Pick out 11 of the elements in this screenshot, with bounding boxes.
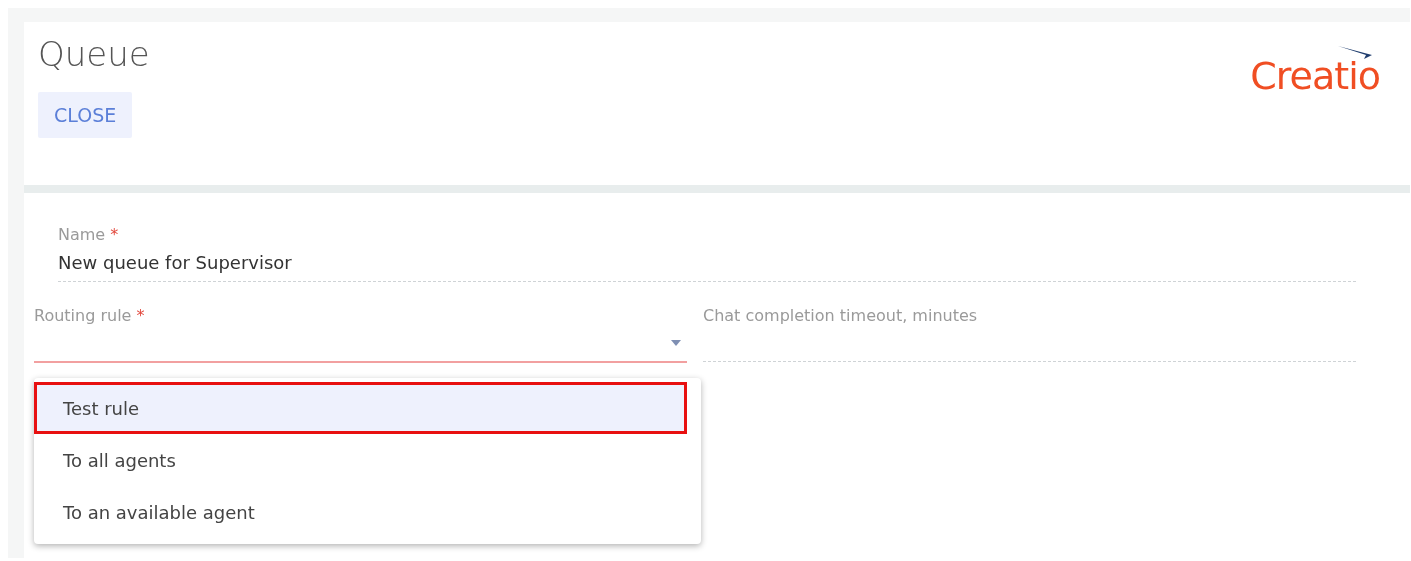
page-title: Queue bbox=[38, 34, 150, 74]
caret-icon bbox=[671, 340, 681, 346]
required-mark: * bbox=[110, 225, 119, 244]
required-mark: * bbox=[136, 306, 145, 325]
logo-text: Creatio bbox=[1250, 54, 1380, 98]
field-value: New queue for Supervisor bbox=[58, 252, 293, 273]
field-label: Chat completion timeout, minutes bbox=[703, 306, 979, 325]
field-label: Routing rule * bbox=[34, 306, 146, 325]
name-field[interactable]: Name * New queue for Supervisor bbox=[58, 225, 1356, 282]
field-label: Name * bbox=[58, 225, 120, 244]
dropdown-option[interactable]: Test rule bbox=[34, 382, 687, 434]
